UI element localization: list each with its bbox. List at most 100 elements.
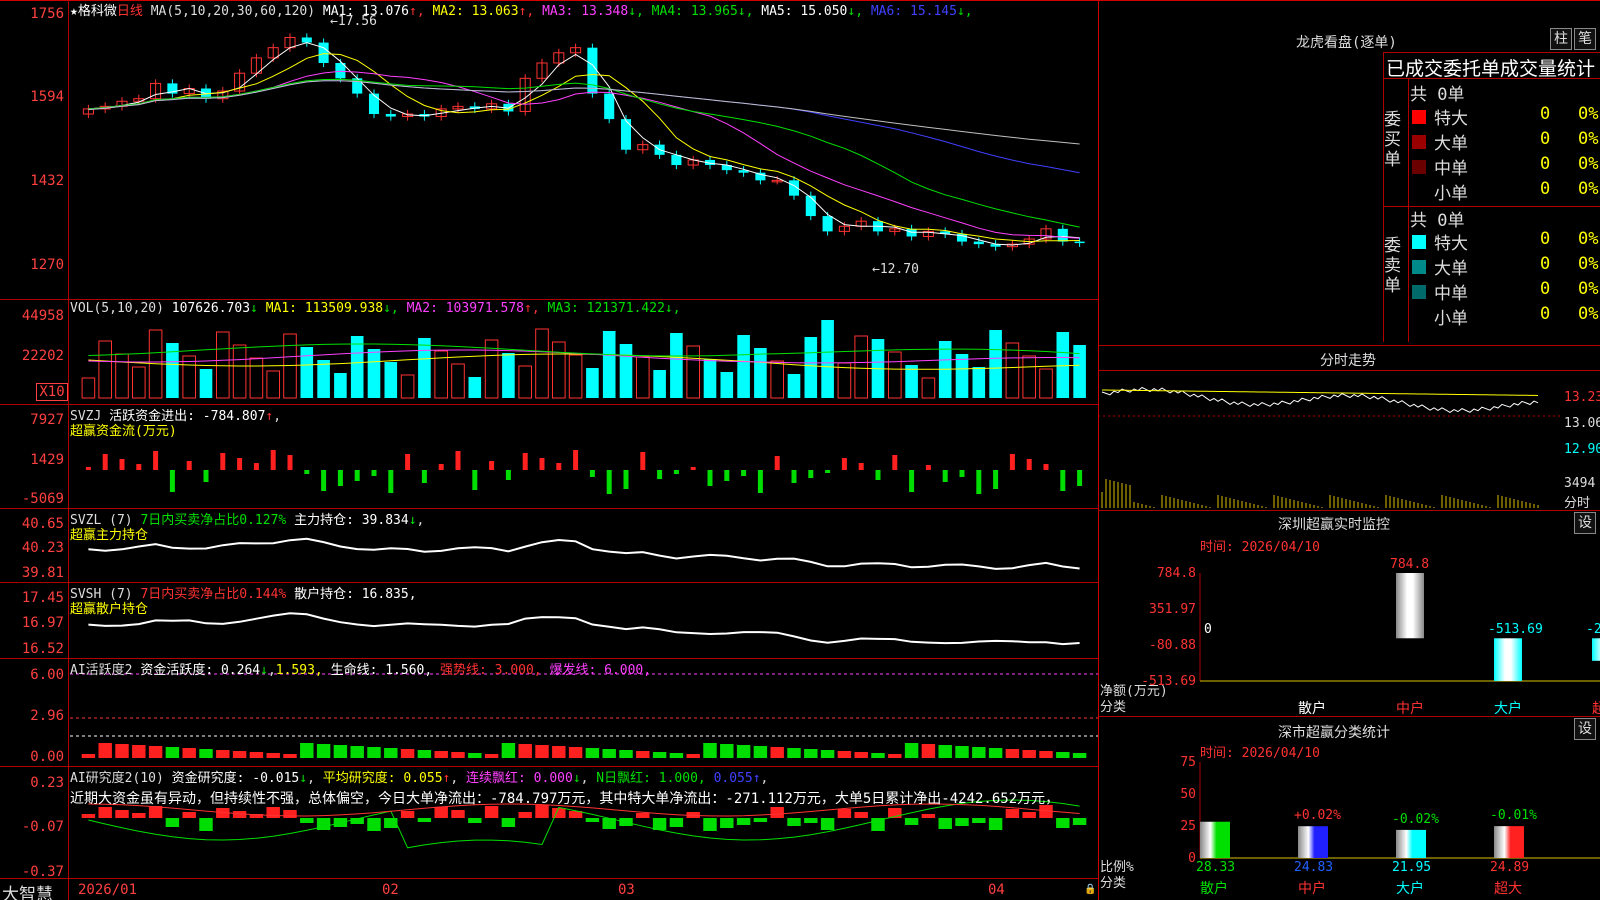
vol-ma3-label: MA3: — [539, 301, 587, 316]
candle[interactable] — [1057, 224, 1068, 246]
candle[interactable] — [738, 166, 749, 177]
candle[interactable] — [587, 43, 598, 98]
candle[interactable] — [335, 58, 346, 83]
classify-bar[interactable] — [1298, 826, 1328, 858]
period-label[interactable]: 日线 — [117, 4, 143, 19]
candle[interactable] — [755, 168, 766, 185]
volume-bar — [737, 335, 750, 398]
classify-settings-button[interactable]: 设 — [1574, 718, 1596, 740]
classify-change-label: +0.02% — [1294, 808, 1341, 824]
candle[interactable] — [318, 38, 329, 68]
activity-bar — [988, 748, 1003, 758]
monitor-bar[interactable] — [1494, 638, 1522, 681]
candle[interactable] — [284, 33, 296, 52]
volume-bar — [300, 347, 314, 398]
fund-flow-bar — [791, 470, 797, 483]
star-icon[interactable]: ★ — [70, 4, 78, 19]
lock-icon[interactable]: 🔒 — [1084, 884, 1096, 895]
brand-logo[interactable]: 大智慧 — [2, 880, 53, 900]
fund-flow-bar — [388, 470, 394, 493]
activity-bar — [955, 746, 969, 758]
fund-flow-bar — [942, 470, 948, 482]
ai2-v3: 0.000 — [533, 771, 573, 786]
activity-bar — [972, 747, 986, 758]
classify-value-label: 21.95 — [1392, 860, 1432, 875]
ai2-v4: 1.000, — [658, 771, 706, 786]
volume-bar — [1039, 368, 1053, 399]
volume-bar — [1005, 342, 1020, 399]
activity-bar — [636, 751, 650, 758]
svzj-sub: 超赢资金流(万元) — [70, 424, 177, 439]
vol-ma2-line — [88, 349, 1080, 364]
ai2-a2: ↑ — [442, 771, 451, 786]
candle[interactable] — [385, 109, 396, 121]
order-percent: 0% — [1578, 154, 1599, 174]
candle[interactable] — [805, 191, 816, 221]
candle[interactable] — [82, 104, 94, 119]
volume-bar — [670, 333, 683, 398]
fund-flow-bar — [371, 470, 377, 476]
activity-bar — [1005, 749, 1020, 758]
monitor-bar[interactable] — [1592, 638, 1600, 661]
monitor-settings-button[interactable]: 设 — [1574, 512, 1596, 534]
ai1-burst-label: 爆发线: — [549, 663, 597, 678]
monitor-bar[interactable] — [1396, 573, 1424, 639]
candle[interactable] — [687, 155, 699, 170]
ma4-value: 13.965 — [690, 4, 738, 19]
fund-flow-bar — [539, 458, 545, 470]
order-type-label: 特大 — [1434, 234, 1468, 254]
low-mark: ←12.70 — [872, 262, 919, 277]
research-bar — [837, 809, 852, 818]
intraday-price-high: 13.23 — [1564, 390, 1600, 405]
volume-bar — [821, 320, 834, 398]
fund-flow-bar — [556, 463, 562, 470]
candle[interactable] — [1074, 237, 1085, 247]
candle[interactable] — [822, 211, 833, 236]
vol-unit-badge[interactable]: X10 — [36, 383, 68, 401]
bar-mode-button[interactable]: 柱 — [1550, 28, 1572, 50]
classify-bar[interactable] — [1494, 826, 1524, 858]
candle[interactable] — [167, 79, 178, 98]
candle[interactable] — [368, 89, 380, 119]
order-percent: 0% — [1578, 304, 1599, 324]
fund-flow-bar — [657, 470, 663, 479]
candle[interactable] — [956, 229, 968, 246]
candle[interactable] — [855, 217, 867, 231]
research-bar — [652, 818, 667, 830]
fund-flow-bar — [841, 458, 847, 470]
candle[interactable] — [217, 86, 229, 103]
volume-bar — [132, 366, 146, 399]
order-count: 0 — [1540, 129, 1551, 149]
classify-bar[interactable] — [1200, 821, 1230, 858]
svzl-ratio: 7日内买卖净占比0.127% — [140, 513, 287, 528]
legend-swatch — [1412, 260, 1426, 274]
candle[interactable] — [301, 33, 312, 47]
legend-swatch — [1412, 285, 1426, 299]
order-count: 0 — [1540, 254, 1551, 274]
stroke-mode-button[interactable]: 笔 — [1574, 28, 1596, 50]
candle[interactable] — [721, 160, 732, 175]
order-type-label: 中单 — [1434, 159, 1468, 179]
dragon-tabs[interactable]: 已成交委托单成交量统计 — [1386, 54, 1595, 81]
monitor-axis-label: -513.69 — [1141, 674, 1196, 689]
candle[interactable] — [234, 69, 246, 96]
fund-flow-bar — [640, 452, 646, 470]
fund-flow-bar — [875, 470, 881, 480]
candle[interactable] — [637, 140, 649, 154]
intraday-price-low: 12.90 — [1564, 442, 1600, 457]
monitor-category-label: 散户 — [1298, 701, 1326, 717]
candle[interactable] — [990, 240, 1001, 251]
fund-flow-bar — [321, 470, 327, 491]
svzl-axis-2: 40.23 — [21, 540, 64, 556]
chart-canvas[interactable] — [0, 0, 1600, 900]
stock-name: 格科微 — [77, 4, 117, 19]
classify-category-label: 超大 — [1494, 881, 1522, 897]
candle[interactable] — [940, 227, 951, 239]
intraday-title: 分时走势 — [1320, 353, 1376, 369]
candle[interactable] — [536, 58, 548, 83]
candle[interactable] — [116, 97, 128, 111]
classify-bar[interactable] — [1396, 829, 1426, 858]
order-type-label: 小单 — [1434, 184, 1468, 204]
activity-bar — [283, 754, 297, 758]
research-bar — [753, 818, 768, 822]
